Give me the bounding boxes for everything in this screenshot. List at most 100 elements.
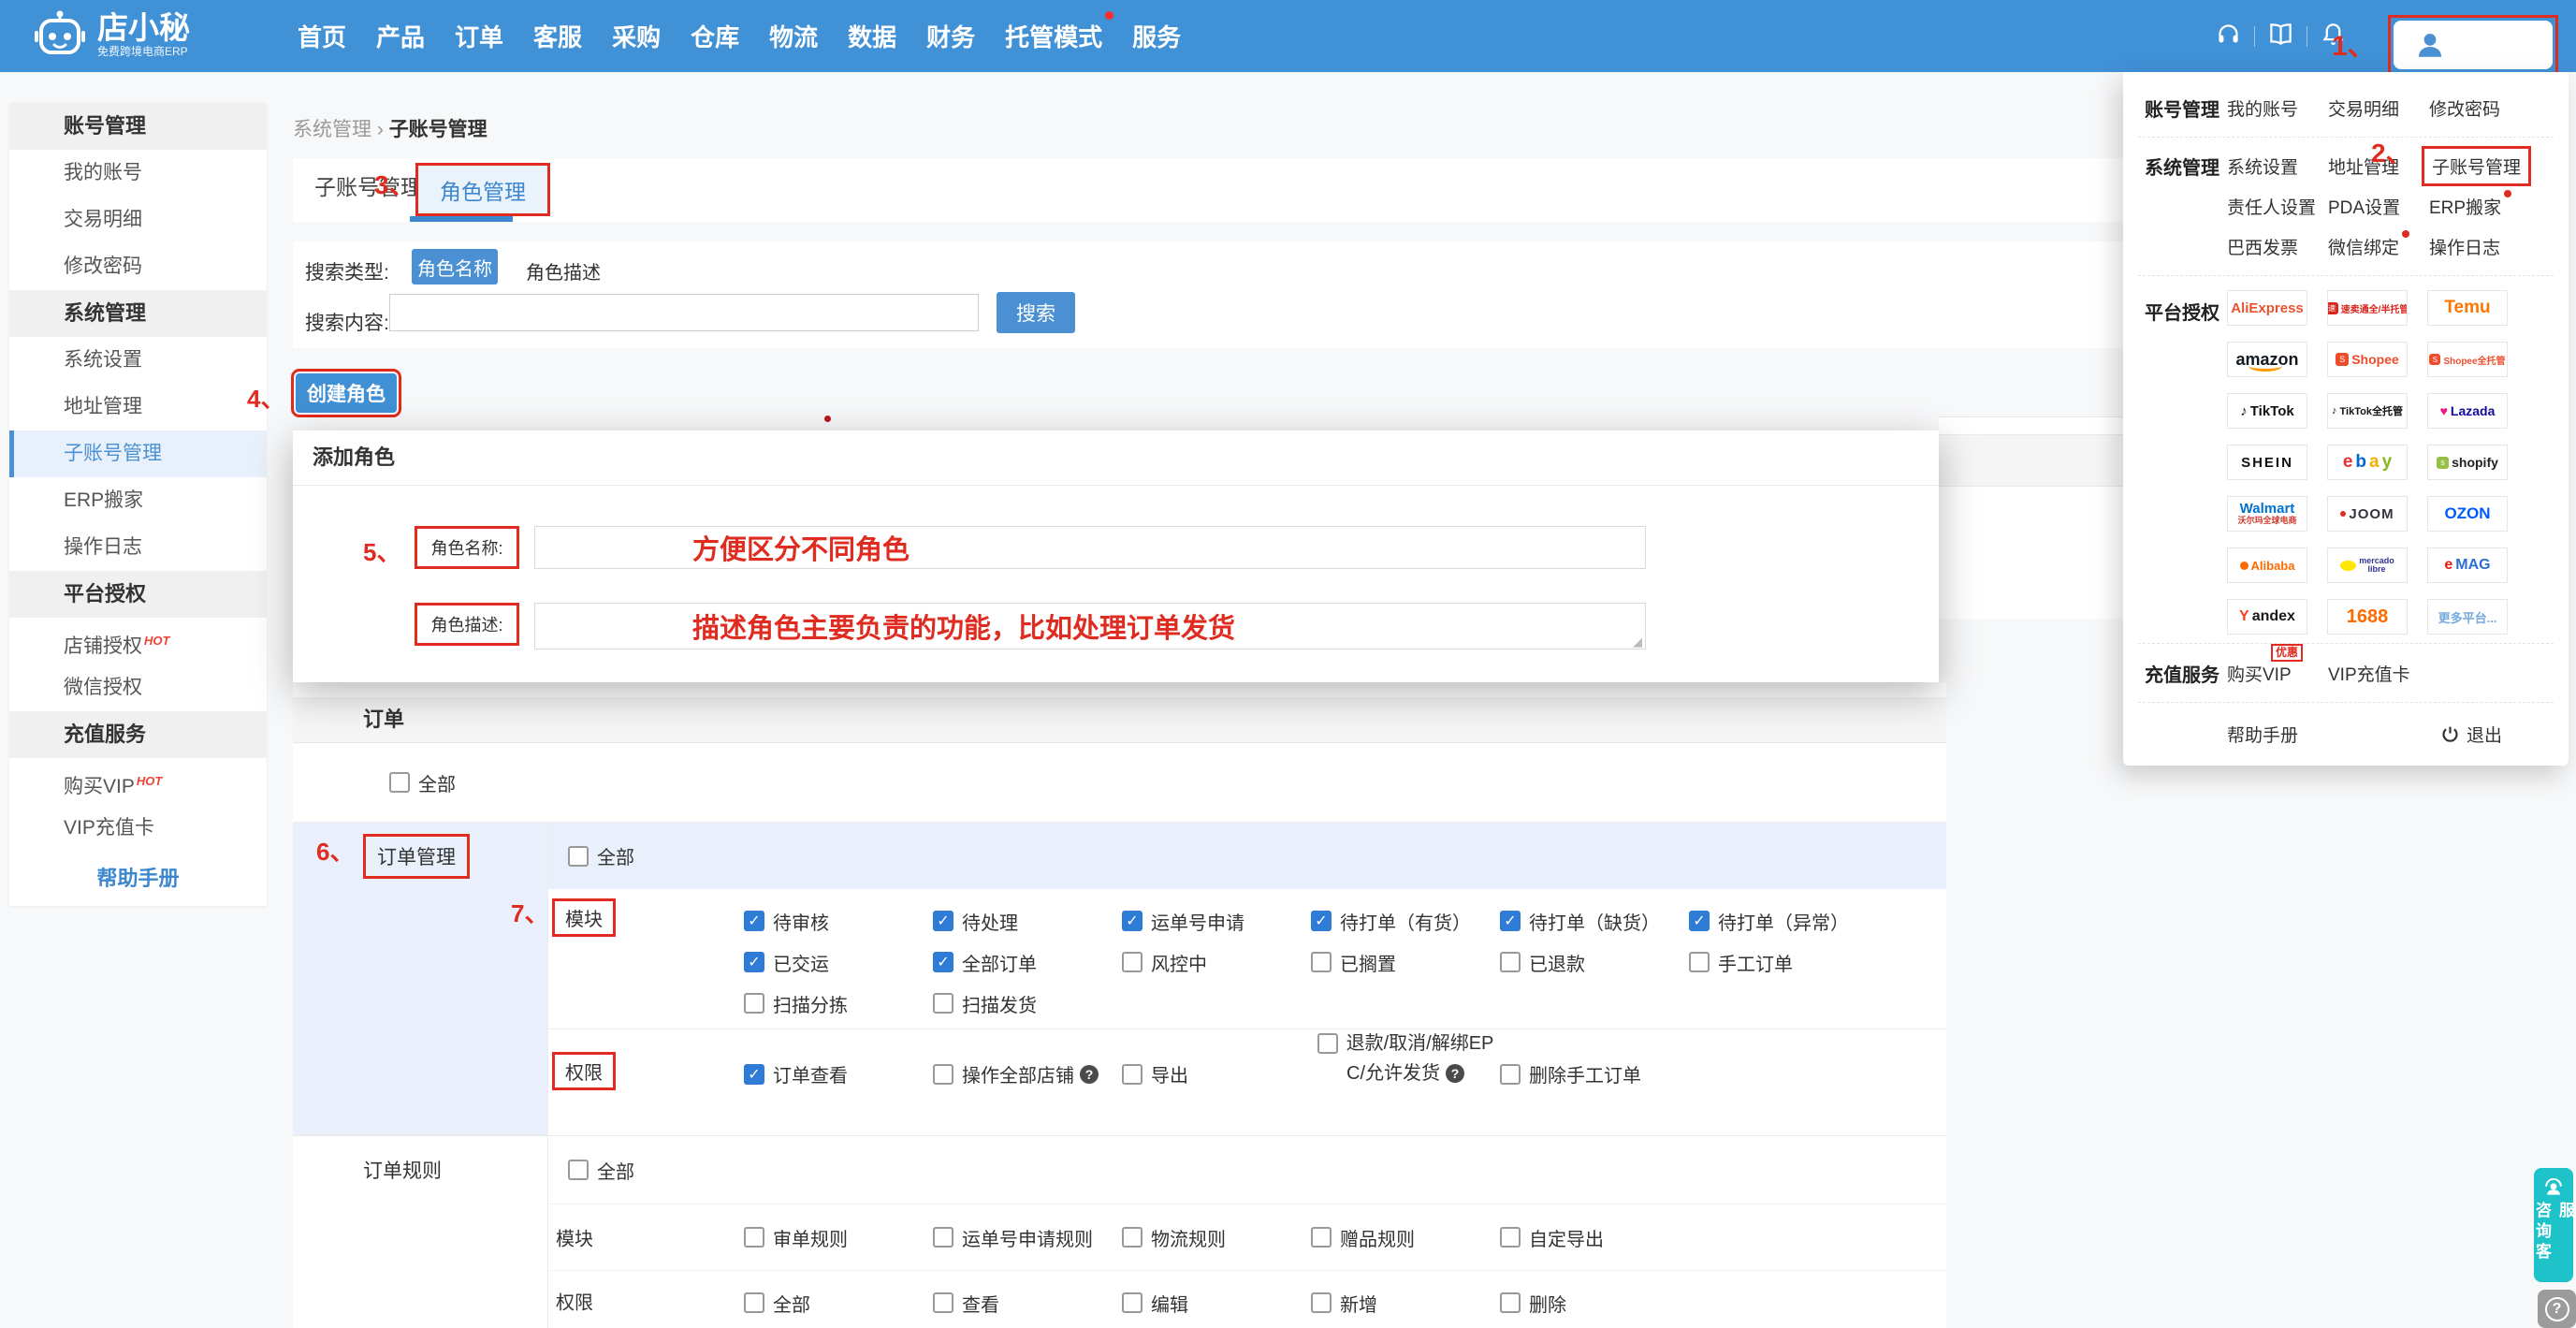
checkbox[interactable] — [1311, 1227, 1332, 1248]
platform-yandex[interactable]: Yandex — [2227, 599, 2307, 635]
help-icon[interactable]: ? — [1080, 1065, 1099, 1084]
checkbox[interactable]: ✓ — [744, 911, 764, 931]
checkbox[interactable] — [1317, 1033, 1338, 1054]
nav-item-服务[interactable]: 服务 — [1132, 19, 1181, 53]
checkbox[interactable]: ✓ — [744, 952, 764, 972]
checkbox[interactable] — [1122, 1227, 1142, 1248]
platform-ebay[interactable]: ebay — [2327, 445, 2408, 480]
user-account-pill[interactable] — [2394, 21, 2553, 69]
search-input[interactable] — [389, 294, 979, 331]
checkbox-扫描发货[interactable]: 扫描发货 — [933, 990, 1122, 1017]
sidebar-help-link[interactable]: 帮助手册 — [9, 852, 267, 906]
platform-shopee[interactable]: SShopee — [2327, 342, 2408, 377]
checkbox-待打单（缺货）[interactable]: ✓待打单（缺货） — [1500, 908, 1689, 935]
nav-item-数据[interactable]: 数据 — [848, 19, 896, 53]
sidebar-item-交易明细[interactable]: 交易明细 — [9, 197, 267, 243]
checkbox[interactable] — [744, 1227, 764, 1248]
headset-icon[interactable] — [2216, 22, 2241, 51]
sidebar-item-系统设置[interactable]: 系统设置 — [9, 337, 267, 384]
platform-alibaba[interactable]: Alibaba — [2227, 547, 2307, 583]
sidebar-item-VIP充值卡[interactable]: VIP充值卡 — [9, 805, 267, 852]
checkbox[interactable] — [744, 993, 764, 1014]
checkbox[interactable] — [1500, 952, 1521, 972]
dropdown-link-交易明细[interactable]: 交易明细 — [2328, 95, 2429, 121]
checkbox[interactable]: ✓ — [933, 952, 953, 972]
checkbox[interactable] — [389, 772, 410, 793]
manual-book-icon[interactable] — [2268, 22, 2293, 51]
platform-more-platforms[interactable]: 更多平台... — [2427, 599, 2508, 635]
sidebar-item-修改密码[interactable]: 修改密码 — [9, 243, 267, 290]
sidebar-item-ERP搬家[interactable]: ERP搬家 — [9, 477, 267, 524]
checkbox[interactable] — [568, 846, 589, 867]
checkbox-全部[interactable]: 全部 — [389, 769, 456, 796]
platform-lazada[interactable]: ♥Lazada — [2427, 393, 2508, 429]
sidebar-item-购买VIP[interactable]: 购买VIPHOT — [9, 758, 267, 805]
dropdown-link-ERP搬家[interactable]: ERP搬家 — [2429, 194, 2530, 219]
platform-tiktok[interactable]: ♪TikTok — [2227, 393, 2307, 429]
sidebar-item-子账号管理[interactable]: 子账号管理 — [9, 431, 267, 477]
checkbox[interactable] — [1122, 1064, 1142, 1085]
breadcrumb-parent[interactable]: 系统管理 — [293, 119, 371, 140]
checkbox[interactable]: ✓ — [933, 911, 953, 931]
nav-item-客服[interactable]: 客服 — [533, 19, 582, 53]
checkbox-导出[interactable]: 导出 — [1122, 1060, 1311, 1087]
platform-smt-tuoguan[interactable]: 速速卖通全/半托管 — [2327, 290, 2408, 326]
dropdown-link-help-manual[interactable]: 帮助手册 — [2227, 722, 2328, 747]
checkbox[interactable] — [933, 1064, 953, 1085]
checkbox-审单规则[interactable]: 审单规则 — [744, 1224, 933, 1251]
textarea-resize-handle[interactable]: ◢ — [1633, 635, 1642, 648]
platform-walmart[interactable]: Walmart沃尔玛全球电商 — [2227, 496, 2307, 532]
logout-button[interactable]: 退出 — [2440, 722, 2502, 747]
dropdown-link-修改密码[interactable]: 修改密码 — [2429, 95, 2530, 121]
checkbox-待打单（有货）[interactable]: ✓待打单（有货） — [1311, 908, 1500, 935]
checkbox-删除[interactable]: 删除 — [1500, 1290, 1689, 1317]
nav-item-订单[interactable]: 订单 — [455, 19, 503, 53]
checkbox[interactable] — [1311, 1292, 1332, 1313]
dropdown-link-责任人设置[interactable]: 责任人设置 — [2227, 194, 2328, 219]
checkbox[interactable] — [1500, 1227, 1521, 1248]
platform-1688[interactable]: 1688 — [2327, 599, 2408, 635]
sidebar-item-微信授权[interactable]: 微信授权 — [9, 664, 267, 711]
checkbox-删除手工订单[interactable]: 删除手工订单 — [1500, 1060, 1689, 1087]
platform-joom[interactable]: JOOM — [2327, 496, 2408, 532]
checkbox[interactable] — [933, 1292, 953, 1313]
checkbox[interactable]: ✓ — [744, 1064, 764, 1085]
checkbox[interactable] — [1122, 952, 1142, 972]
search-type-role-desc[interactable]: 角色描述 — [526, 257, 601, 285]
nav-item-财务[interactable]: 财务 — [926, 19, 975, 53]
checkbox-已退款[interactable]: 已退款 — [1500, 949, 1689, 976]
checkbox[interactable] — [933, 993, 953, 1014]
dropdown-link-操作日志[interactable]: 操作日志 — [2429, 234, 2530, 259]
checkbox-新增[interactable]: 新增 — [1311, 1290, 1500, 1317]
checkbox-扫描分拣[interactable]: 扫描分拣 — [744, 990, 933, 1017]
app-logo[interactable]: 店小秘 免费跨境电商ERP — [34, 9, 190, 60]
dropdown-link-购买VIP[interactable]: 购买VIP — [2227, 661, 2328, 686]
checkbox-自定导出[interactable]: 自定导出 — [1500, 1224, 1689, 1251]
sidebar-item-地址管理[interactable]: 地址管理 — [9, 384, 267, 431]
nav-item-产品[interactable]: 产品 — [376, 19, 425, 53]
checkbox-全部[interactable]: 全部 — [568, 842, 634, 869]
checkbox-已交运[interactable]: ✓已交运 — [744, 949, 933, 976]
platform-aliexpress[interactable]: AliExpress — [2227, 290, 2307, 326]
checkbox-物流规则[interactable]: 物流规则 — [1122, 1224, 1311, 1251]
sidebar-item-我的账号[interactable]: 我的账号 — [9, 150, 267, 197]
platform-emag[interactable]: eMAG — [2427, 547, 2508, 583]
checkbox[interactable]: ✓ — [1311, 911, 1332, 931]
checkbox[interactable] — [1500, 1292, 1521, 1313]
nav-item-首页[interactable]: 首页 — [298, 19, 346, 53]
checkbox[interactable]: ✓ — [1689, 911, 1710, 931]
dropdown-link-VIP充值卡[interactable]: VIP充值卡 — [2328, 661, 2429, 686]
checkbox-运单号申请[interactable]: ✓运单号申请 — [1122, 908, 1311, 935]
checkbox-待审核[interactable]: ✓待审核 — [744, 908, 933, 935]
checkbox-查看[interactable]: 查看 — [933, 1290, 1122, 1317]
platform-tiktok-tuoguan[interactable]: ♪TikTok全托管 — [2327, 393, 2408, 429]
checkbox[interactable] — [1311, 952, 1332, 972]
checkbox-编辑[interactable]: 编辑 — [1122, 1290, 1311, 1317]
checkbox-操作全部店铺[interactable]: 操作全部店铺? — [933, 1060, 1122, 1087]
platform-amazon[interactable]: amazon — [2227, 342, 2307, 377]
checkbox-赠品规则[interactable]: 赠品规则 — [1311, 1224, 1500, 1251]
dropdown-link-巴西发票[interactable]: 巴西发票 — [2227, 234, 2328, 259]
checkbox-手工订单[interactable]: 手工订单 — [1689, 949, 1878, 976]
help-floating-button[interactable]: ? — [2538, 1290, 2576, 1328]
sidebar-item-店铺授权[interactable]: 店铺授权HOT — [9, 618, 267, 664]
